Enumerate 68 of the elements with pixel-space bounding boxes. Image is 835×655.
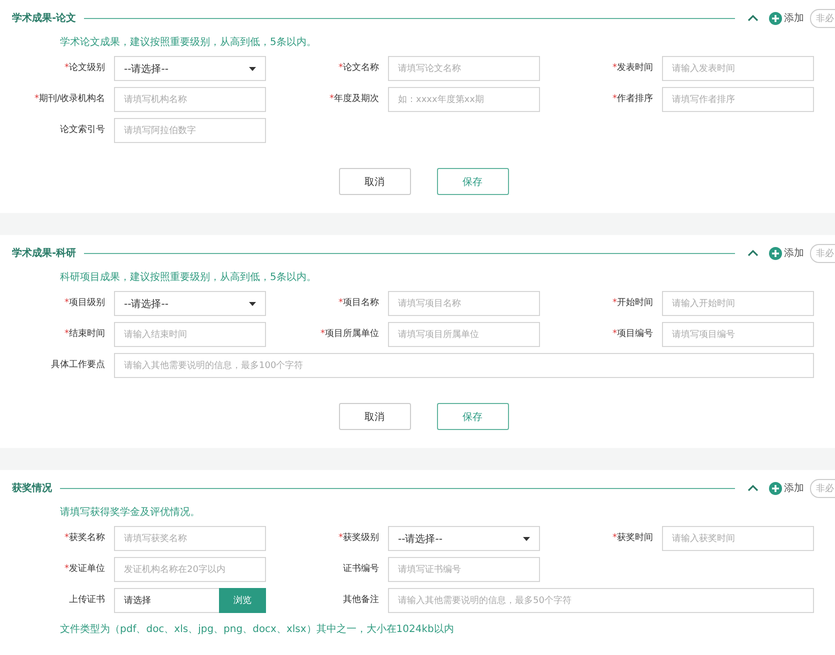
field-label: *项目级别 — [64, 298, 106, 309]
select-dropdown[interactable]: --请选择-- — [388, 526, 540, 551]
field-label: *项目名称 — [338, 298, 380, 309]
input-field[interactable]: 请输入获奖时间 — [662, 526, 814, 551]
input-field[interactable]: 请输入发表时间 — [662, 56, 814, 81]
add-button[interactable]: 添加 — [769, 11, 804, 25]
input-field[interactable]: 请填写论文名称 — [388, 56, 540, 81]
caret-icon — [523, 536, 530, 540]
plus-icon — [769, 246, 782, 260]
select-dropdown[interactable]: --请选择-- — [114, 291, 266, 316]
input-field[interactable]: 请输入结束时间 — [114, 322, 266, 347]
field-label: *获奖时间 — [612, 533, 654, 544]
field-label: *期刊/收录机构名 — [33, 94, 106, 105]
input-field[interactable]: 发证机构名称在20字以内 — [114, 557, 266, 582]
save-button[interactable]: 保存 — [436, 168, 508, 195]
field-label: *获奖级别 — [338, 533, 380, 544]
field-label: 具体工作要点 — [50, 360, 106, 371]
field-label: *项目所属单位 — [320, 329, 380, 340]
hint-text: 学术论文成果，建议按照重要级别，从高到低，5条以内。 — [60, 36, 318, 49]
cancel-button[interactable]: 取消 — [338, 168, 410, 195]
collapse-icon[interactable] — [747, 482, 759, 494]
hint-text: 科研项目成果，建议按照重要级别，从高到低，5条以内。 — [60, 270, 318, 284]
optional-tag: 非必 — [810, 244, 835, 262]
collapse-icon[interactable] — [747, 247, 759, 259]
field-label: *发表时间 — [612, 63, 654, 74]
file-field[interactable]: 请选择 — [114, 588, 219, 613]
input-field[interactable]: 如：xxxx年度第xx期 — [388, 87, 540, 112]
input-field[interactable]: 请填写项目名称 — [388, 291, 540, 316]
save-button[interactable]: 保存 — [436, 403, 508, 430]
hint-text: 请填写获得奖学金及评优情况。 — [60, 506, 201, 519]
field-label: 其他备注 — [342, 595, 380, 606]
add-button[interactable]: 添加 — [769, 481, 804, 495]
cancel-button[interactable]: 取消 — [338, 403, 410, 430]
section-title: 学术成果-论文 — [12, 12, 76, 25]
file-type-note: 文件类型为（pdf、doc、xls、jpg、png、docx、xlsx）其中之一，大小在1024kb以内 — [60, 622, 455, 636]
field-label: *作者排序 — [612, 94, 654, 105]
optional-tag: 非必 — [810, 478, 835, 498]
field-label: *项目编号 — [612, 329, 654, 340]
caret-icon — [249, 302, 256, 306]
field-label: *开始时间 — [612, 298, 654, 309]
field-label: *结束时间 — [64, 329, 106, 340]
input-field[interactable]: 请输入开始时间 — [662, 291, 814, 316]
add-button[interactable]: 添加 — [769, 246, 804, 260]
field-label: 上传证书 — [68, 595, 106, 606]
field-label: *年度及期次 — [328, 94, 380, 105]
plus-icon — [769, 482, 782, 494]
input-field[interactable]: 请填写机构名称 — [114, 87, 266, 112]
input-field[interactable]: 请填写阿拉伯数字 — [114, 118, 266, 143]
input-field[interactable]: 请填写项目编号 — [662, 322, 814, 347]
field-label: 论文索引号 — [59, 125, 106, 136]
caret-icon — [249, 66, 256, 70]
input-field[interactable]: 请输入其他需要说明的信息，最多100个字符 — [114, 353, 814, 378]
field-label: *获奖名称 — [64, 533, 106, 544]
collapse-icon[interactable] — [747, 12, 759, 24]
input-field[interactable]: 请填写作者排序 — [662, 87, 814, 112]
section-title: 获奖情况 — [12, 482, 52, 495]
input-field[interactable]: 请填写获奖名称 — [114, 526, 266, 551]
field-label: 证书编号 — [342, 564, 380, 575]
optional-tag: 非必 — [810, 8, 835, 28]
field-label: *发证单位 — [64, 564, 106, 575]
section-title: 学术成果-科研 — [12, 246, 76, 260]
field-label: *论文级别 — [64, 63, 106, 74]
select-dropdown[interactable]: --请选择-- — [114, 56, 266, 81]
plus-icon — [769, 12, 782, 24]
input-field[interactable]: 请填写证书编号 — [388, 557, 540, 582]
input-field[interactable]: 请输入其他需要说明的信息，最多50个字符 — [388, 588, 814, 613]
input-field[interactable]: 请填写项目所属单位 — [388, 322, 540, 347]
field-label: *论文名称 — [338, 63, 380, 74]
